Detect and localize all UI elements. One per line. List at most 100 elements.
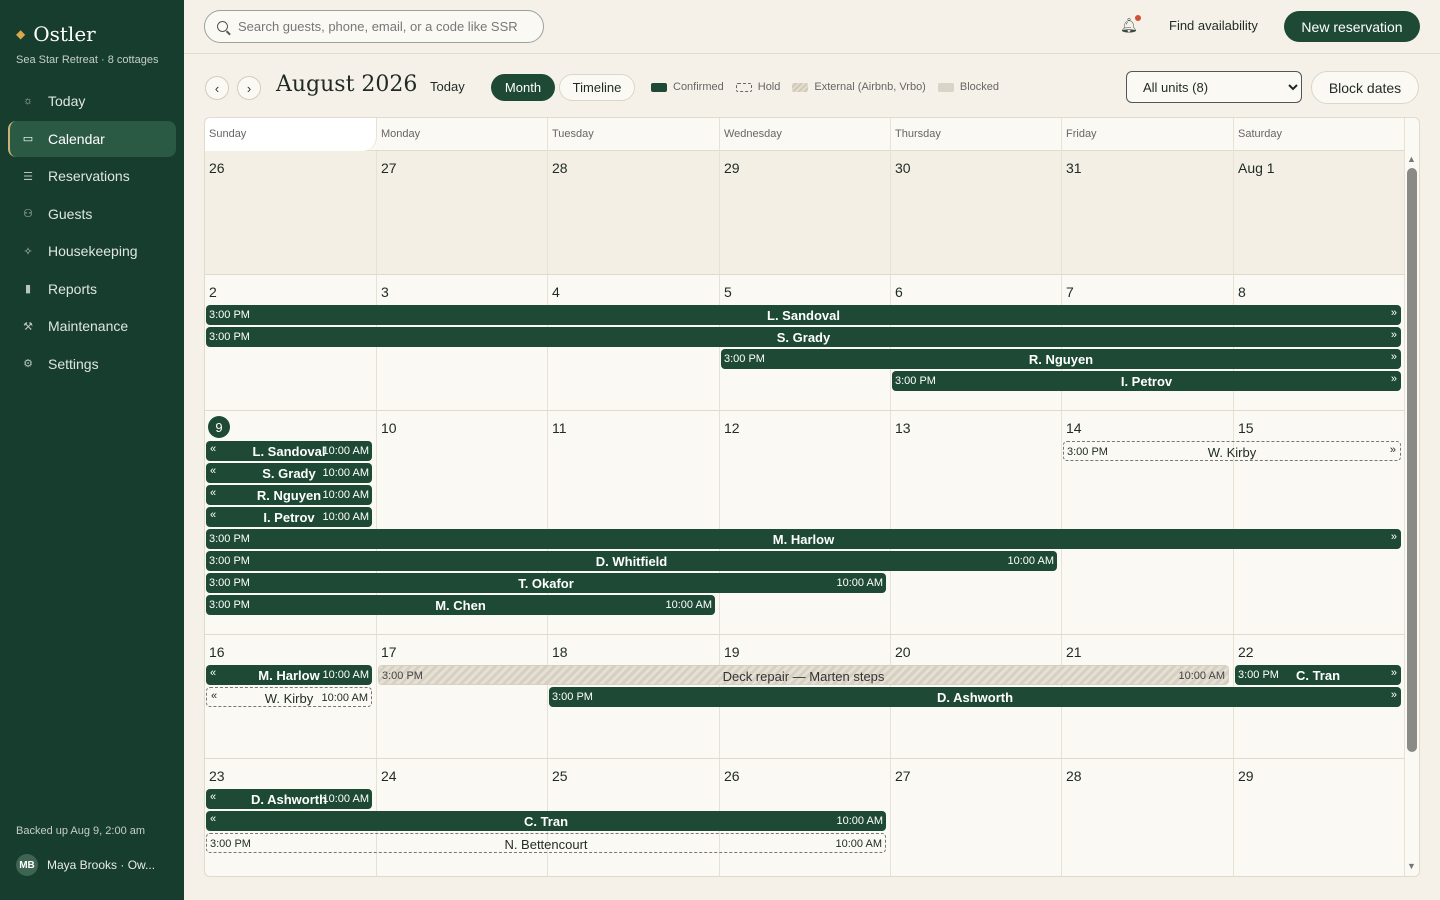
booking-bar[interactable]: «S. Grady 10:00 AM <box>206 463 372 483</box>
check-in-time: 3:00 PM <box>209 577 250 589</box>
booking-bar[interactable]: 3:00 PM M. Harlow » <box>206 529 1401 549</box>
day-cell[interactable]: 26 <box>205 151 377 274</box>
check-out-time: 10:00 AM <box>665 599 712 611</box>
month-title: August 2026 <box>276 72 418 97</box>
day-cell[interactable]: 28 <box>548 151 720 274</box>
check-in-time: 3:00 PM <box>552 691 593 703</box>
avatar: MB <box>16 854 38 876</box>
scroll-down-arrow[interactable]: ▼ <box>1407 861 1416 871</box>
user-menu[interactable]: MB Maya Brooks · Ow... <box>16 854 155 876</box>
booking-bar[interactable]: 3:00 PM D. Whitfield 10:00 AM <box>206 551 1057 571</box>
booking-bar[interactable]: 3:00 PM S. Grady » <box>206 327 1401 347</box>
weekday-saturday: Saturday <box>1234 118 1405 151</box>
sidebar-item-settings[interactable]: ⚙ Settings <box>8 346 176 382</box>
day-number: 4 <box>552 284 560 300</box>
person-icon: ⚇ <box>23 208 33 220</box>
notification-dot <box>1135 15 1141 21</box>
unit-filter-select[interactable]: All units (8) <box>1126 71 1302 103</box>
view-month-button[interactable]: Month <box>491 74 555 101</box>
continues-left-icon: « <box>210 487 217 499</box>
booking-bar[interactable]: «L. Sandoval 10:00 AM <box>206 441 372 461</box>
today-day-number: 9 <box>208 416 230 438</box>
sidebar-item-label: Reports <box>48 280 98 297</box>
day-cell[interactable]: 27 <box>891 759 1062 876</box>
scrollbar-thumb[interactable] <box>1407 168 1417 752</box>
day-cell[interactable]: 27 <box>377 151 548 274</box>
sidebar-item-today[interactable]: ☼ Today <box>8 83 176 119</box>
guest-name: Deck repair — Marten steps <box>722 669 885 684</box>
find-availability-link[interactable]: Find availability <box>1169 18 1258 33</box>
prev-month-button[interactable]: ‹ <box>205 76 229 100</box>
booking-bar[interactable]: 3:00 PM R. Nguyen » <box>721 349 1401 369</box>
day-cell[interactable]: 28 <box>1062 759 1234 876</box>
scroll-up-arrow[interactable]: ▲ <box>1407 154 1416 164</box>
day-cell[interactable]: 12 <box>720 411 891 634</box>
day-number: 27 <box>381 160 397 176</box>
continues-left-icon: « <box>211 690 218 702</box>
sidebar-item-label: Housekeeping <box>48 243 138 259</box>
search-icon <box>217 21 228 32</box>
sidebar-item-label: Guests <box>48 205 93 222</box>
day-cell[interactable]: 29 <box>1234 759 1405 876</box>
check-out-time: 10:00 AM <box>322 489 369 501</box>
sidebar-item-calendar[interactable]: ▭ Calendar <box>8 120 176 157</box>
guest-name: L. Sandoval <box>767 308 840 323</box>
today-button[interactable]: Today <box>430 79 465 94</box>
day-cell[interactable]: 17 <box>377 635 548 758</box>
booking-bar[interactable]: 3:00 PM C. Tran» <box>1235 665 1401 685</box>
booking-bar[interactable]: 3:00 PM T. Okafor 10:00 AM <box>206 573 886 593</box>
weekday-header: Sunday Monday Tuesday Wednesday Thursday Frid… <box>205 118 1405 151</box>
view-timeline-button[interactable]: Timeline <box>559 74 635 101</box>
booking-bar[interactable]: «I. Petrov 10:00 AM <box>206 507 372 527</box>
blocked-bar[interactable]: 3:00 PM Deck repair — Marten steps 10:00 A… <box>378 665 1229 685</box>
next-month-button[interactable]: › <box>237 76 261 100</box>
booking-bar[interactable]: 3:00 PM D. Ashworth » <box>549 687 1401 707</box>
continues-left-icon: « <box>210 791 217 803</box>
booking-bar[interactable]: «D. Ashworth 10:00 AM <box>206 789 372 809</box>
day-number: 27 <box>895 768 911 784</box>
weekday-wednesday: Wednesday <box>720 118 891 151</box>
booking-bar[interactable]: 3:00 PM N. Bettencourt 10:00 AM <box>206 833 886 853</box>
search-box[interactable] <box>204 10 544 43</box>
sidebar-item-maintenance[interactable]: ⚒ Maintenance <box>8 308 176 344</box>
sidebar-item-guests[interactable]: ⚇ Guests <box>8 196 176 232</box>
day-cell[interactable]: 31 <box>1062 151 1234 274</box>
booking-bar[interactable]: «W. Kirby 10:00 AM <box>206 687 372 707</box>
block-dates-button[interactable]: Block dates <box>1311 71 1419 104</box>
calendar-grid: 26 27 28 29 30 31 Aug 1 2 3 4 5 6 7 8 3:00 PM L. Sandov… <box>205 151 1405 876</box>
brand[interactable]: ◆ Ostler <box>16 22 96 46</box>
day-cell[interactable]: 13 <box>891 411 1062 634</box>
diamond-logo-icon: ◆ <box>16 27 26 41</box>
new-reservation-button[interactable]: New reservation <box>1284 11 1420 42</box>
legend-hold: Hold <box>735 81 780 93</box>
booking-bar[interactable]: «M. Harlow 10:00 AM <box>206 665 372 685</box>
check-out-time: 10:00 AM <box>321 692 368 704</box>
check-out-time: 10:00 AM <box>322 511 369 523</box>
guest-name: M. Chen <box>435 598 486 613</box>
sidebar-item-housekeeping[interactable]: ✧ Housekeeping <box>8 233 176 269</box>
day-number: 29 <box>724 160 740 176</box>
search-input[interactable] <box>238 19 528 34</box>
day-number: 5 <box>724 284 732 300</box>
sidebar-item-reports[interactable]: ▮ Reports <box>8 271 176 307</box>
sidebar-item-reservations[interactable]: ☰ Reservations <box>8 158 176 194</box>
booking-bar[interactable]: 3:00 PM L. Sandoval » <box>206 305 1401 325</box>
booking-bar[interactable]: 3:00 PM I. Petrov » <box>892 371 1401 391</box>
check-in-time: 3:00 PM <box>1238 669 1279 681</box>
day-cell[interactable]: 29 <box>720 151 891 274</box>
check-in-time: 3:00 PM <box>895 375 936 387</box>
check-out-time: 10:00 AM <box>836 815 883 827</box>
booking-bar[interactable]: 3:00 PM M. Chen 10:00 AM <box>206 595 715 615</box>
guest-name: W. Kirby <box>1207 445 1257 460</box>
day-number: 22 <box>1238 644 1254 660</box>
booking-bar[interactable]: 3:00 PM W. Kirby » <box>1063 441 1401 461</box>
day-number: 23 <box>209 768 225 784</box>
day-cell[interactable]: Aug 1 <box>1234 151 1405 274</box>
weekday-tuesday: Tuesday <box>548 118 720 151</box>
day-number: 2 <box>209 284 217 300</box>
sun-icon: ☼ <box>22 95 34 107</box>
day-cell[interactable]: 30 <box>891 151 1062 274</box>
weekday-sunday: Sunday <box>205 118 377 151</box>
booking-bar[interactable]: « C. Tran 10:00 AM <box>206 811 886 831</box>
booking-bar[interactable]: «R. Nguyen 10:00 AM <box>206 485 372 505</box>
